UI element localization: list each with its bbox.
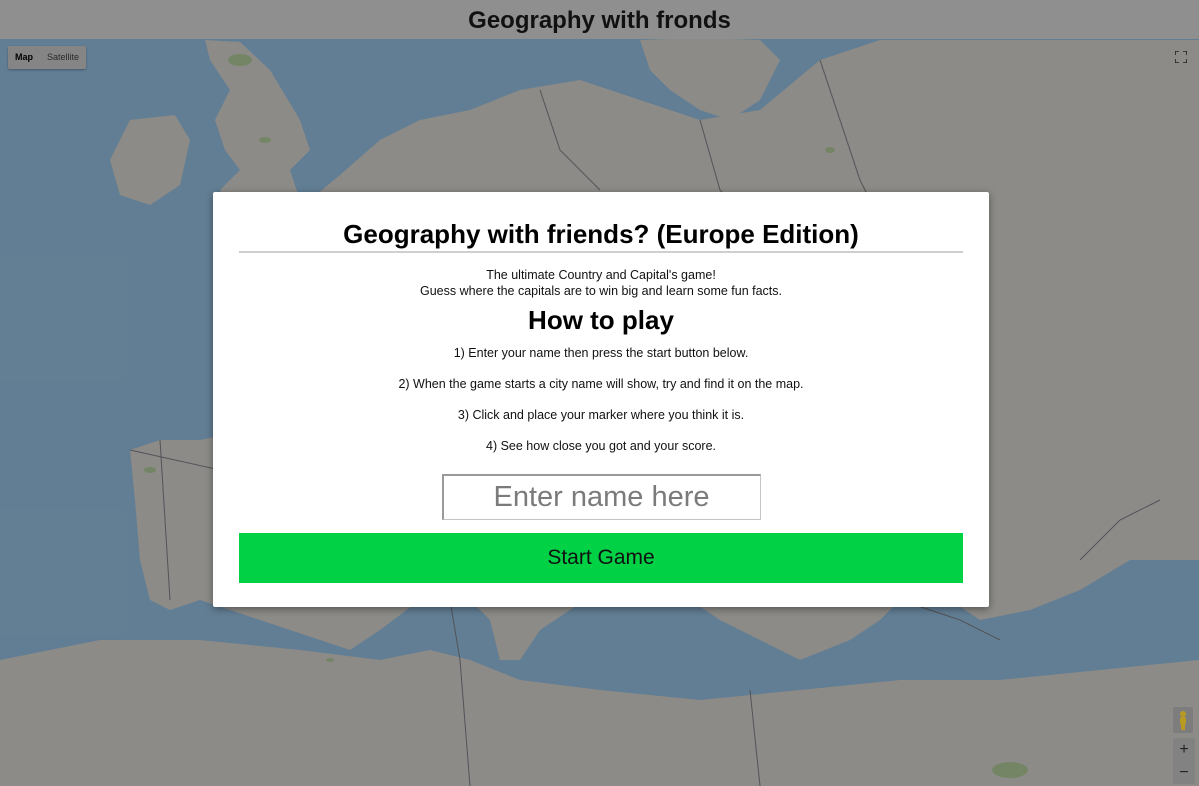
start-game-button[interactable]: Start Game <box>239 533 963 583</box>
map-type-map-button[interactable]: Map <box>8 46 40 69</box>
tagline-line-1: The ultimate Country and Capital's game! <box>486 268 716 282</box>
zoom-control: + − <box>1173 738 1195 784</box>
instructions-list: 1) Enter your name then press the start … <box>239 345 963 469</box>
welcome-modal: Geography with friends? (Europe Edition)… <box>213 192 989 607</box>
map-type-satellite-button[interactable]: Satellite <box>40 46 86 69</box>
instruction-step: 2) When the game starts a city name will… <box>398 377 804 391</box>
zoom-in-button[interactable]: + <box>1173 738 1195 761</box>
instruction-step: 4) See how close you got and your score. <box>486 439 716 453</box>
instruction-step: 3) Click and place your marker where you… <box>457 408 745 422</box>
zoom-out-button[interactable]: − <box>1173 761 1195 784</box>
fullscreen-icon[interactable] <box>1170 46 1192 68</box>
name-input[interactable] <box>441 474 761 520</box>
map-type-control: Map Satellite <box>8 46 87 69</box>
page-title: Geography with fronds <box>468 7 731 34</box>
page-header: Geography with fronds <box>0 0 1199 39</box>
instruction-step: 1) Enter your name then press the start … <box>453 346 749 360</box>
tagline-line-2: Guess where the capitals are to win big … <box>420 284 782 298</box>
pegman-icon[interactable] <box>1173 707 1193 733</box>
modal-title: Geography with friends? (Europe Edition) <box>239 218 963 253</box>
how-to-play-heading: How to play <box>528 305 674 335</box>
tagline: The ultimate Country and Capital's game!… <box>239 267 963 299</box>
